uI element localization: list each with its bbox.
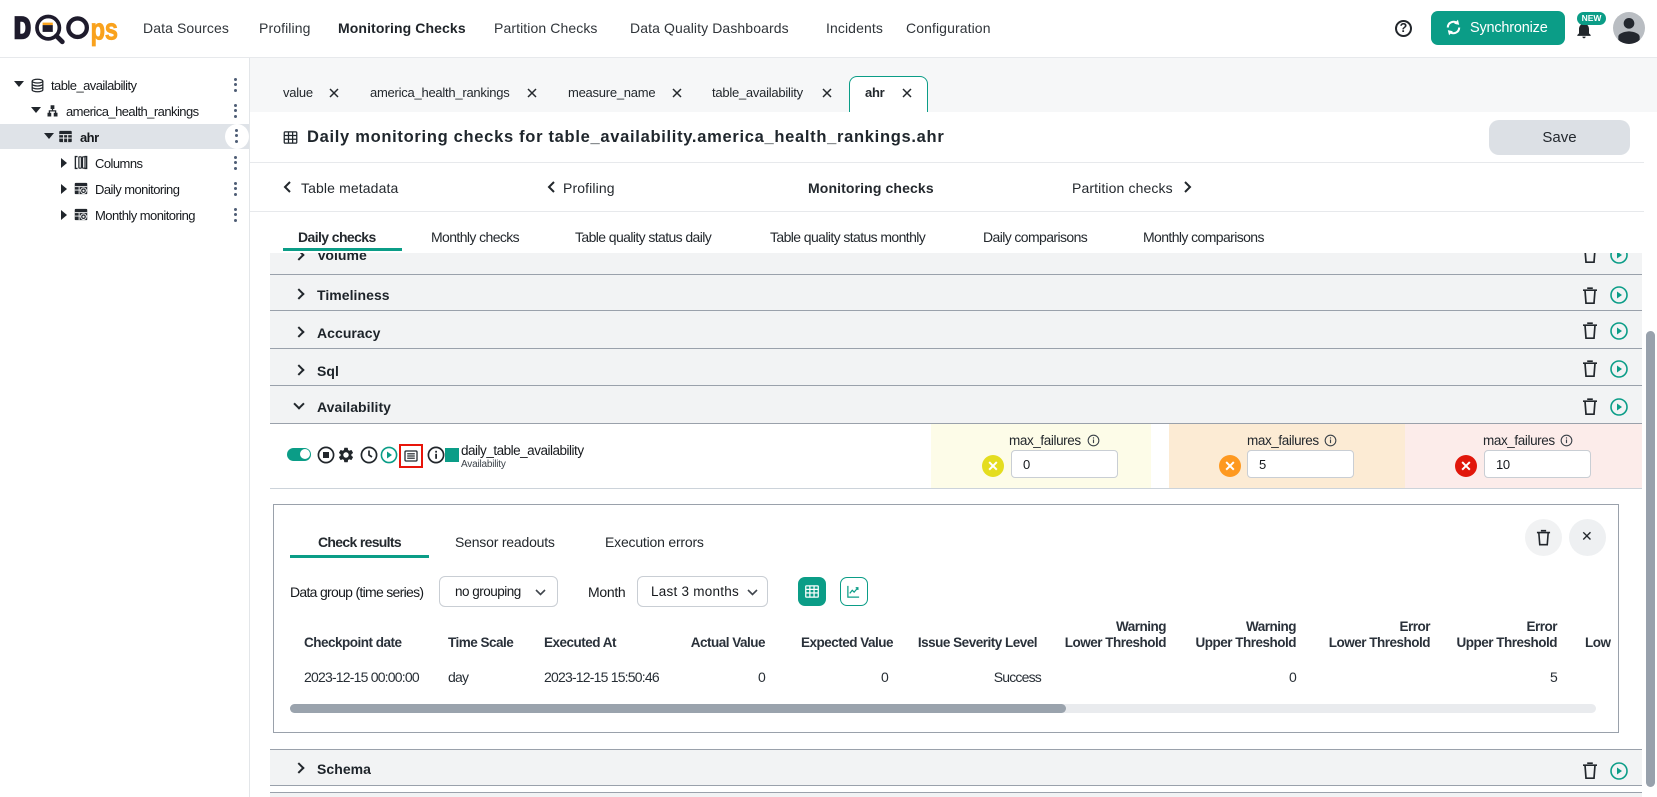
svg-text:ps: ps bbox=[91, 11, 118, 46]
